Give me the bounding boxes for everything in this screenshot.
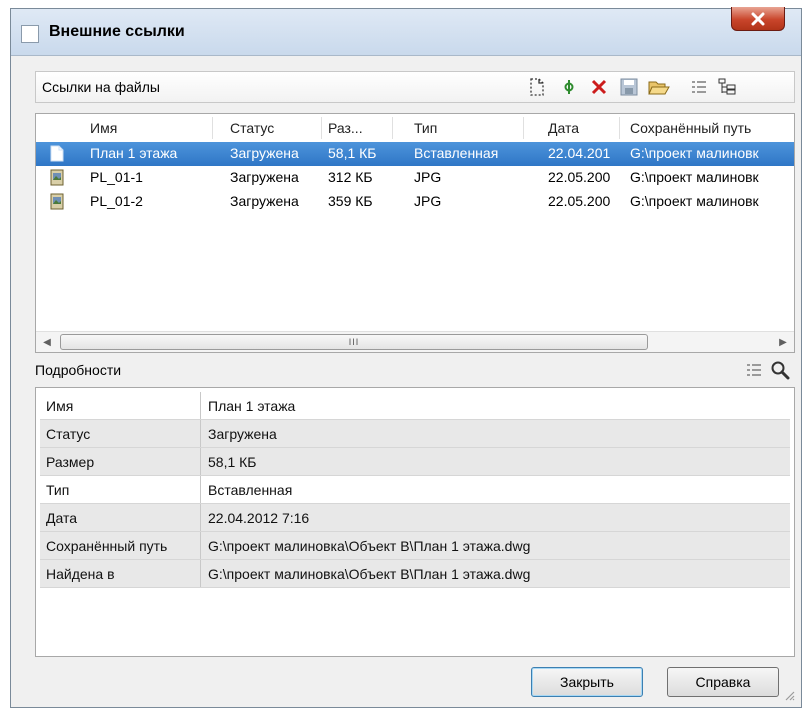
- details-value: 58,1 КБ: [208, 454, 257, 470]
- column-divider[interactable]: [523, 117, 524, 139]
- file-saved-path: G:\проект малиновк: [630, 145, 759, 161]
- details-header: Подробности: [35, 355, 795, 387]
- file-size: 359 КБ: [328, 193, 373, 209]
- column-divider[interactable]: [392, 117, 393, 139]
- details-label: Дата: [46, 510, 78, 526]
- help-button[interactable]: Справка: [667, 667, 779, 697]
- details-label: Имя: [46, 398, 74, 414]
- file-row[interactable]: PL_01-1 Загружена 312 КБ JPG 22.05.200 G…: [36, 166, 794, 190]
- scrollbar-grip: III: [348, 337, 360, 347]
- file-status: Загружена: [230, 145, 299, 161]
- file-saved-path: G:\проект малиновк: [630, 169, 759, 185]
- image-file-icon: [50, 169, 64, 186]
- list-view-icon[interactable]: [743, 359, 765, 381]
- file-name: План 1 этажа: [90, 145, 178, 161]
- column-divider: [200, 476, 201, 503]
- window-close-button[interactable]: [731, 7, 785, 31]
- title-bar[interactable]: Внешние ссылки: [11, 7, 801, 56]
- resize-grip-icon[interactable]: [783, 689, 795, 701]
- details-row: Найдена в G:\проект малиновка\Объект В\П…: [40, 560, 790, 588]
- column-divider: [200, 504, 201, 531]
- file-name: PL_01-1: [90, 169, 143, 185]
- details-row: Имя План 1 этажа: [40, 392, 790, 420]
- save-icon[interactable]: [618, 76, 640, 98]
- column-divider: [200, 560, 201, 587]
- file-references-list[interactable]: Имя Статус Раз... Тип Дата Сохранённый п…: [35, 113, 795, 353]
- column-divider: [200, 420, 201, 447]
- details-label: Размер: [46, 454, 95, 470]
- details-label: Тип: [46, 482, 70, 498]
- details-title: Подробности: [35, 362, 122, 378]
- column-divider: [200, 532, 201, 559]
- details-row: Статус Загружена: [40, 420, 790, 448]
- details-row: Дата 22.04.2012 7:16: [40, 504, 790, 532]
- image-file-icon: [50, 193, 64, 210]
- column-header-name[interactable]: Имя: [90, 120, 200, 136]
- reload-icon[interactable]: [558, 76, 580, 98]
- details-row: Размер 58,1 КБ: [40, 448, 790, 476]
- dwg-file-icon: [50, 145, 64, 162]
- details-row: Сохранённый путь G:\проект малиновка\Объ…: [40, 532, 790, 560]
- list-header: Имя Статус Раз... Тип Дата Сохранённый п…: [36, 114, 794, 143]
- window-icon: [21, 25, 39, 43]
- details-label: Найдена в: [46, 566, 115, 582]
- details-value: G:\проект малиновка\Объект В\План 1 этаж…: [208, 566, 531, 582]
- scrollbar-thumb[interactable]: III: [60, 334, 648, 350]
- column-divider[interactable]: [619, 117, 620, 139]
- close-icon: [751, 12, 765, 25]
- details-value: G:\проект малиновка\Объект В\План 1 этаж…: [208, 538, 531, 554]
- column-header-saved-path[interactable]: Сохранённый путь: [630, 120, 794, 136]
- file-status: Загружена: [230, 169, 299, 185]
- file-row[interactable]: План 1 этажа Загружена 58,1 КБ Вставленн…: [36, 142, 794, 166]
- tree-view-icon[interactable]: [716, 76, 738, 98]
- details-table: Имя План 1 этажа Статус Загружена Размер…: [35, 387, 795, 657]
- list-view-icon[interactable]: [688, 76, 710, 98]
- file-row[interactable]: PL_01-2 Загружена 359 КБ JPG 22.05.200 G…: [36, 190, 794, 214]
- window-title: Внешние ссылки: [49, 23, 185, 40]
- file-saved-path: G:\проект малиновк: [630, 193, 759, 209]
- column-header-type[interactable]: Тип: [414, 120, 514, 136]
- column-divider[interactable]: [321, 117, 322, 139]
- preview-zoom-icon[interactable]: [769, 359, 791, 381]
- file-references-title: Ссылки на файлы: [42, 79, 160, 95]
- details-value: Вставленная: [208, 482, 293, 498]
- file-date: 22.04.201: [548, 145, 611, 161]
- details-label: Статус: [46, 426, 91, 442]
- file-size: 312 КБ: [328, 169, 373, 185]
- column-header-size[interactable]: Раз...: [328, 120, 388, 136]
- detach-icon[interactable]: [588, 76, 610, 98]
- open-folder-icon[interactable]: [648, 76, 670, 98]
- column-header-date[interactable]: Дата: [548, 120, 618, 136]
- details-value: Загружена: [208, 426, 277, 442]
- file-date: 22.05.200: [548, 169, 611, 185]
- details-row: Тип Вставленная: [40, 476, 790, 504]
- column-divider: [200, 448, 201, 475]
- file-type: JPG: [414, 193, 442, 209]
- details-value: План 1 этажа: [208, 398, 296, 414]
- close-button[interactable]: Закрыть: [531, 667, 643, 697]
- details-value: 22.04.2012 7:16: [208, 510, 310, 526]
- column-divider: [200, 392, 201, 419]
- details-label: Сохранённый путь: [46, 538, 168, 554]
- scroll-left-arrow-icon[interactable]: ◀: [38, 334, 56, 350]
- horizontal-scrollbar[interactable]: ◀ III ▶: [36, 331, 794, 352]
- file-type: JPG: [414, 169, 442, 185]
- column-divider[interactable]: [212, 117, 213, 139]
- column-header-status[interactable]: Статус: [230, 120, 310, 136]
- file-date: 22.05.200: [548, 193, 611, 209]
- file-status: Загружена: [230, 193, 299, 209]
- file-type: Вставленная: [414, 145, 499, 161]
- file-size: 58,1 КБ: [328, 145, 377, 161]
- file-name: PL_01-2: [90, 193, 143, 209]
- external-references-dialog: Внешние ссылки Ссылки на файлы Имя Стату…: [10, 7, 802, 708]
- scroll-right-arrow-icon[interactable]: ▶: [774, 334, 792, 350]
- attach-icon[interactable]: [526, 76, 548, 98]
- file-references-header: Ссылки на файлы: [35, 71, 795, 103]
